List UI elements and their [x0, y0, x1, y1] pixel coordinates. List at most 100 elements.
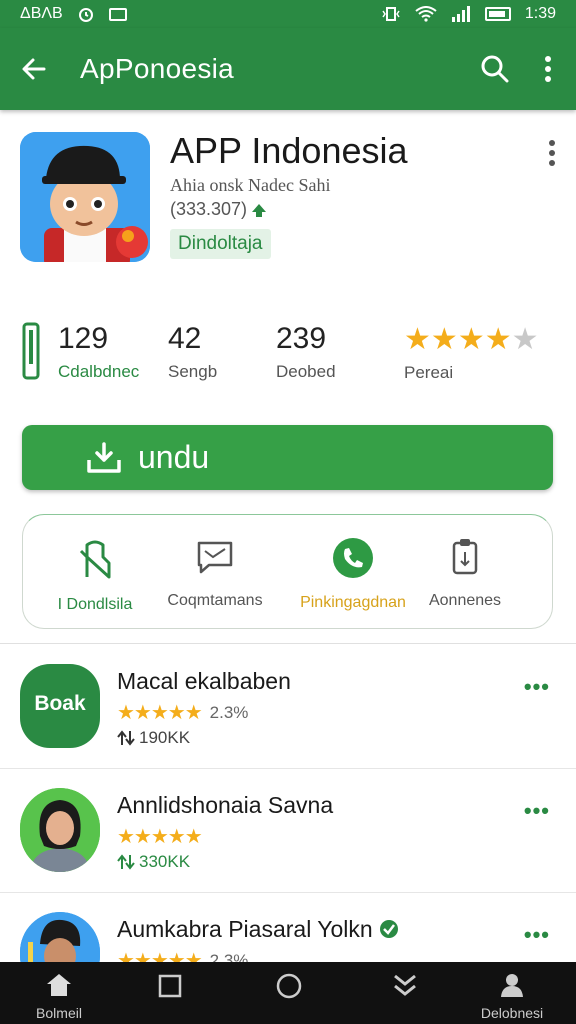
chevron-down-icon [394, 974, 416, 996]
download-icon [87, 441, 121, 473]
developer-name[interactable]: Ahia onsk Nadec Sahi [170, 175, 330, 196]
nav-label: Bolmeil [36, 1005, 82, 1021]
wifi-icon [415, 6, 437, 22]
stat-value: 239 [276, 322, 327, 355]
list-item-name: Macal ekalbaben [117, 668, 291, 694]
status-time: 1:39 [524, 5, 556, 22]
stat-rating: ★★★★★ Pereai [404, 322, 539, 383]
vibrate-icon [382, 7, 400, 21]
star-filled-icon: ★ [457, 323, 485, 356]
install-label: undu [138, 439, 210, 475]
rating-stars-icon: ★★★★★ [117, 702, 203, 724]
hand-icon [79, 540, 111, 579]
more-vertical-icon [545, 56, 551, 82]
list-item-downloads-text: 190KK [139, 728, 191, 747]
more-vertical-icon [549, 140, 555, 166]
book-app-icon: Boak [20, 664, 100, 748]
stats-row: 129 Cdalbdnec 42 Sengb 239 Deobed ★★★★★ … [0, 310, 576, 390]
list-item[interactable]: Boak Macal ekalbaben ★★★★★ 2.3% 190KK ••… [0, 644, 576, 769]
arrow-left-icon [22, 58, 46, 80]
stat-downloads: 129 Cdalbdnec [58, 322, 139, 382]
status-bar: ΔBΛB 1:39 [0, 0, 576, 28]
review-count: (333.307) [170, 199, 267, 220]
list-item-rating-text: 2.3% [209, 702, 249, 722]
install-button[interactable]: undu [22, 425, 553, 490]
star-filled-icon: ★ [484, 323, 512, 356]
nav-home-circle[interactable] [249, 972, 329, 1005]
similar-apps-list: Boak Macal ekalbaben ★★★★★ 2.3% 190KK ••… [0, 643, 576, 1017]
nav-recents[interactable] [130, 972, 210, 1003]
book-app-icon-text: Boak [34, 692, 86, 715]
download-count-icon [117, 730, 135, 746]
search-icon [481, 55, 509, 83]
woman-avatar-icon [20, 788, 100, 872]
action-label: I Dondlsila [57, 596, 133, 613]
boy-mascot-icon [20, 132, 150, 262]
action-item[interactable]: Coqmtamans [155, 537, 275, 610]
app-more-button[interactable] [548, 140, 556, 171]
list-item-rating: ★★★★★ 2.3% [117, 700, 248, 725]
square-icon [158, 974, 182, 998]
actions-card: I Dondlsila Coqmtamans Pinkingagdnan Aon… [22, 514, 553, 629]
download-count-icon [117, 854, 135, 870]
stat-value: 42 [168, 322, 202, 355]
list-item-name-text: Aumkabra Piasaral Yolkn [117, 916, 373, 942]
review-count-text: (333.307) [170, 199, 248, 219]
home-icon [47, 974, 71, 996]
bottom-navigation-bar: Bolmeil Delobnesi [0, 962, 576, 1024]
star-filled-icon: ★ [404, 323, 431, 356]
nav-label: Delobnesi [480, 1005, 544, 1021]
verified-icon [380, 920, 399, 938]
list-item-rating: ★★★★★ [117, 824, 203, 849]
alarm-icon [78, 8, 93, 22]
action-item[interactable]: Aonnenes [405, 537, 525, 610]
star-filled-icon: ★ [430, 323, 458, 356]
action-item[interactable]: Pinkingagdnan [293, 537, 413, 612]
search-button[interactable] [480, 54, 510, 84]
star-empty-icon: ★ [511, 323, 539, 356]
stat-label: Cdalbdnec [58, 362, 140, 381]
stat-label: Pereai [404, 363, 454, 382]
woman-avatar [20, 788, 100, 872]
list-item-name: Aumkabra Piasaral Yolkn [117, 916, 399, 943]
signal-icon [451, 6, 470, 22]
action-label: Aonnenes [428, 592, 502, 609]
clipboard-icon [452, 539, 478, 575]
overflow-menu-button[interactable] [544, 56, 552, 82]
nav-downloads[interactable] [365, 972, 445, 1003]
notification-icon [108, 7, 127, 21]
action-label: Pinkingagdnan [300, 594, 406, 611]
app-name: APP Indonesia [170, 130, 408, 171]
status-left-text: ΔBΛB [20, 5, 63, 22]
action-item[interactable]: I Dondlsila [35, 537, 155, 614]
list-item-name: Annlidshonaia Savna [117, 792, 334, 818]
rating-stars-icon: ★★★★★ [117, 826, 203, 848]
action-label: Coqmtamans [167, 592, 263, 609]
list-item-downloads-text: 330KK [139, 852, 191, 871]
battery-icon [484, 7, 511, 21]
app-icon [20, 132, 150, 262]
back-button[interactable] [20, 55, 48, 83]
list-item-menu-button[interactable]: ••• [524, 922, 550, 948]
arrow-up-icon [252, 203, 267, 217]
app-header: APP Indonesia Ahia onsk Nadec Sahi (333.… [0, 110, 576, 290]
list-item-downloads: 190KK [117, 728, 190, 748]
stat-label: Deobed [276, 362, 336, 381]
list-item[interactable]: Annlidshonaia Savna ★★★★★ 330KK ••• [0, 768, 576, 893]
app-bar: ApPonoesia [0, 28, 576, 110]
list-item-menu-button[interactable]: ••• [524, 798, 550, 824]
person-icon [501, 974, 523, 997]
stat-value: 129 [58, 322, 109, 355]
circle-icon [276, 973, 302, 999]
phone-icon [333, 538, 373, 578]
bar-indicator-icon [22, 322, 40, 380]
rating-stars: ★★★★★ [404, 322, 539, 357]
category-chip[interactable]: Dindoltaja [170, 229, 271, 259]
app-bar-title: ApPonoesia [80, 53, 235, 84]
stat-size: 42 Sengb [168, 322, 217, 382]
stat-reviews: 239 Deobed [276, 322, 336, 382]
comment-icon [197, 541, 233, 574]
nav-account[interactable]: Delobnesi [472, 972, 552, 1021]
list-item-menu-button[interactable]: ••• [524, 674, 550, 700]
nav-home[interactable]: Bolmeil [19, 972, 99, 1021]
